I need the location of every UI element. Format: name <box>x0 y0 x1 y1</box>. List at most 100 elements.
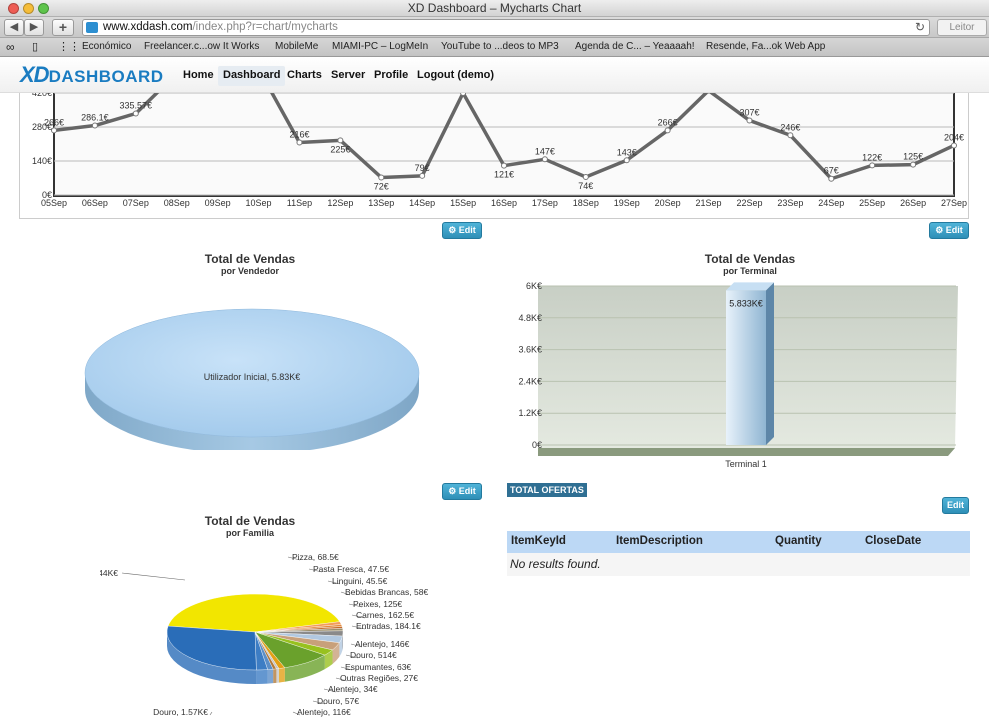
glasses-icon[interactable]: ∞ <box>6 38 15 56</box>
edit-label: Edit <box>458 225 476 235</box>
pie-label: Alentejo, 116€ <box>297 707 351 717</box>
data-label: 286.1€ <box>81 113 109 123</box>
y-tick-label: 140€ <box>32 156 52 166</box>
data-point[interactable] <box>910 161 917 168</box>
nav-charts[interactable]: Charts <box>282 66 327 86</box>
chart-title: Total de Vendas <box>204 514 296 528</box>
pie-slice-side <box>267 669 274 684</box>
bookmark-item[interactable]: Agenda de C... – Yeaaaah! <box>575 38 695 56</box>
column-header[interactable]: ItemDescription <box>616 535 703 547</box>
chart-subtitle: por Familia <box>225 528 274 538</box>
x-tick-label: 11Sep <box>287 198 312 208</box>
bar[interactable] <box>726 290 766 445</box>
data-label: 216€ <box>289 130 309 140</box>
line-chart-panel: 05Sep 06Sep 07Sep 08Sep 09Sep 10Sep 11Sep 12Sep… <box>19 93 969 219</box>
x-tick-label: 20Sep <box>655 198 681 208</box>
new-tab-button[interactable]: + <box>52 19 74 36</box>
data-point[interactable] <box>541 156 548 163</box>
pie-slice-label: Utilizador Inicial, 5.83K€ <box>204 372 301 382</box>
pie-label: Entradas, 184.1€ <box>356 621 421 631</box>
nav-server[interactable]: Server <box>326 66 370 86</box>
bookmark-item[interactable]: YouTube to ...deos to MP3 <box>441 38 559 56</box>
bookmark-item[interactable]: MIAMI-PC – LogMeIn <box>332 38 428 56</box>
nav-profile[interactable]: Profile <box>369 66 413 86</box>
data-point[interactable] <box>132 110 139 117</box>
leader-line <box>209 711 213 716</box>
pie-slice-side <box>256 669 268 684</box>
data-point[interactable] <box>828 175 835 182</box>
data-label: 72€ <box>374 182 389 192</box>
nav-dashboard[interactable]: Dashboard <box>218 66 286 86</box>
data-point[interactable] <box>419 172 426 179</box>
data-point[interactable] <box>91 122 98 129</box>
back-button[interactable]: ◀ <box>4 19 24 36</box>
data-label: 122€ <box>862 152 882 162</box>
bar-data-label: 5.833K€ <box>729 298 763 308</box>
data-point[interactable] <box>460 93 467 96</box>
data-label: 125€ <box>903 152 923 162</box>
x-tick-label: 09Sep <box>205 198 231 208</box>
ofertas-table: ItemKeyId ItemDescription Quantity Close… <box>507 531 970 576</box>
logo[interactable]: XDDASHBOARD <box>20 63 164 87</box>
edit-button[interactable]: ⚙ Edit <box>929 222 969 239</box>
grid-icon[interactable]: ⋮⋮ <box>58 38 80 56</box>
empty-message: No results found. <box>507 553 970 576</box>
data-point[interactable] <box>337 137 344 144</box>
close-window-button[interactable] <box>8 3 19 14</box>
browser-toolbar: ◀ ▶ + www.xddash.com/index.php?r=chart/m… <box>0 17 989 38</box>
url-path: /index.php?r=chart/mycharts <box>192 21 338 33</box>
plus-icon: + <box>58 19 68 35</box>
data-label: 266€ <box>44 117 64 127</box>
line-chart: 05Sep 06Sep 07Sep 08Sep 09Sep 10Sep 11Sep 12Sep… <box>32 93 967 208</box>
column-header[interactable]: CloseDate <box>865 535 921 547</box>
book-icon[interactable]: ▯ <box>32 38 38 56</box>
bookmark-item[interactable]: Freelancer.c...ow It Works <box>144 38 259 56</box>
edit-button[interactable]: ⚙ Edit <box>442 222 482 239</box>
address-bar[interactable]: www.xddash.com/index.php?r=chart/mychart… <box>82 19 930 36</box>
data-point[interactable] <box>501 162 507 169</box>
bar-top <box>726 282 774 291</box>
x-tick-label: 10Sep <box>246 198 272 208</box>
x-tick-label: 15Sep <box>450 198 476 208</box>
x-tick-label: 17Sep <box>532 198 558 208</box>
data-point[interactable] <box>787 132 794 139</box>
bookmark-item[interactable]: Resende, Fa...ok Web App <box>706 38 825 56</box>
bookmark-item[interactable]: Económico <box>82 38 131 56</box>
pie-label: Douro, 514€ <box>350 650 397 660</box>
terminal-bar-chart: 0€ 1.2K€ 2.4K€ 3.6K€ 4.8K€ 6K€ 5.833K€ Termina… <box>518 281 958 469</box>
edit-label: Edit <box>458 486 476 496</box>
window-title: XD Dashboard – Mycharts Chart <box>407 1 582 15</box>
data-point[interactable] <box>378 174 385 181</box>
forward-button[interactable]: ▶ <box>24 19 44 36</box>
y-tick-label: 0€ <box>532 440 542 450</box>
chart-title: Total de Vendas <box>704 252 796 266</box>
data-point[interactable] <box>296 139 303 146</box>
edit-button[interactable]: Edit <box>942 497 969 514</box>
data-point[interactable] <box>869 162 876 169</box>
x-tick-label: 24Sep <box>818 198 844 208</box>
nav-logout[interactable]: Logout (demo) <box>412 66 499 86</box>
data-label: 204€ <box>944 132 964 142</box>
zoom-window-button[interactable] <box>38 3 49 14</box>
terminal-title: Total de Vendas por Terminal <box>650 252 850 276</box>
x-tick-label: 23Sep <box>777 198 803 208</box>
data-point[interactable] <box>623 157 630 164</box>
data-point[interactable] <box>746 117 753 124</box>
data-point[interactable] <box>51 127 57 134</box>
reader-button[interactable]: Leitor <box>937 19 987 36</box>
reload-icon[interactable]: ↻ <box>915 20 925 35</box>
logo-xd: XD <box>20 62 50 87</box>
minimize-window-button[interactable] <box>23 3 34 14</box>
nav-home[interactable]: Home <box>178 66 219 86</box>
data-point[interactable] <box>582 174 589 181</box>
bookmark-item[interactable]: MobileMe <box>275 38 318 56</box>
forward-arrow-icon: ▶ <box>29 21 39 33</box>
column-header[interactable]: Quantity <box>775 535 822 547</box>
data-point[interactable] <box>664 127 671 134</box>
data-point[interactable] <box>951 142 957 149</box>
logo-text: DASHBOARD <box>48 67 164 86</box>
edit-button[interactable]: ⚙ Edit <box>442 483 482 500</box>
vendedor-title: Total de Vendas por Vendedor <box>150 252 350 276</box>
column-header[interactable]: ItemKeyId <box>511 535 566 547</box>
y-tick-label: 0€ <box>42 190 52 200</box>
